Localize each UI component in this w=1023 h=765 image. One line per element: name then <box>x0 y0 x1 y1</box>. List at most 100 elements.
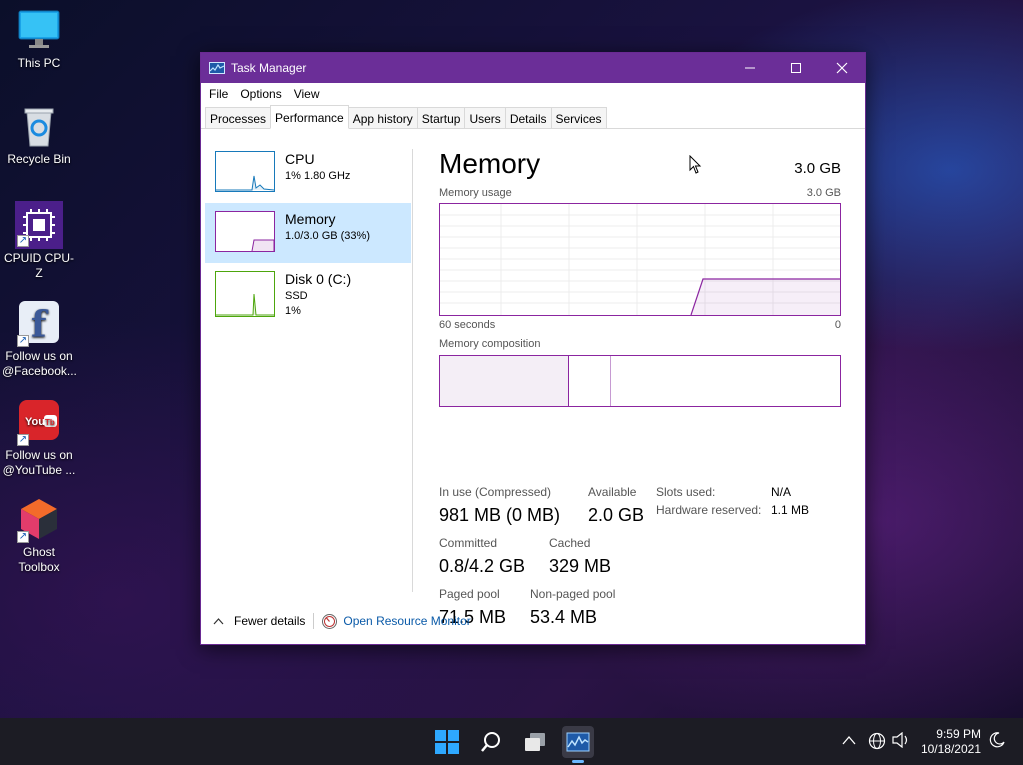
hardware-reserved-label: Hardware reserved: <box>656 503 762 517</box>
desktop-icon-label: Recycle Bin <box>7 152 71 166</box>
memory-title: Memory <box>439 148 541 179</box>
close-button[interactable] <box>819 53 865 83</box>
recycle-bin-icon <box>17 104 61 148</box>
clock[interactable]: 9:59 PM 10/18/2021 <box>921 727 981 757</box>
available-label: Available <box>588 485 637 499</box>
facebook-icon: f ↗ <box>17 301 61 347</box>
graph-axis-left: 60 seconds <box>439 319 496 331</box>
cached-value: 329 MB <box>549 556 612 576</box>
memory-usage-label: Memory usage <box>439 187 512 199</box>
shortcut-arrow-icon: ↗ <box>17 335 29 347</box>
desktop-icon-facebook[interactable]: f ↗ Follow us on @Facebook... <box>2 301 77 379</box>
menu-view[interactable]: View <box>288 87 326 101</box>
task-manager-icon <box>209 62 225 74</box>
close-icon <box>836 62 848 74</box>
desktop-icon-this-pc[interactable]: This PC <box>2 8 76 71</box>
composition-modified <box>569 356 611 406</box>
disk-thumbnail-graph <box>215 271 275 317</box>
windows-logo-icon <box>435 730 459 754</box>
resource-item-cpu[interactable]: CPU 1% 1.80 GHz <box>205 143 411 203</box>
resource-usage: 1% <box>285 305 301 317</box>
in-use-value: 981 MB (0 MB) <box>439 505 561 525</box>
desktop-icon-recycle-bin[interactable]: Recycle Bin <box>2 104 76 167</box>
menu-bar: File Options View <box>201 83 865 105</box>
resource-detail: SSD <box>285 290 308 302</box>
cpu-thumbnail-graph <box>215 151 275 192</box>
chevron-up-icon[interactable] <box>213 614 224 628</box>
resource-detail: 1.0/3.0 GB (33%) <box>285 230 370 242</box>
hardware-reserved-value: 1.1 MB <box>771 503 810 517</box>
resource-monitor-icon <box>322 613 338 629</box>
tab-services[interactable]: Services <box>550 107 607 128</box>
monitor-icon <box>17 8 61 52</box>
taskbar-task-manager[interactable] <box>562 726 594 763</box>
fewer-details-button[interactable]: Fewer details <box>234 614 305 628</box>
tray-overflow-icon[interactable] <box>842 732 856 749</box>
tab-strip: Processes Performance App history Startu… <box>201 105 865 129</box>
desktop-icon-label: Follow us on <box>5 349 73 363</box>
footer: Fewer details Open Resource Monitor <box>201 608 865 634</box>
search-icon <box>481 732 500 752</box>
memory-composition-bar <box>439 355 841 407</box>
svg-text:f: f <box>31 304 49 345</box>
maximize-button[interactable] <box>773 53 819 83</box>
focus-assist-icon[interactable] <box>989 732 1005 752</box>
memory-usage-graph <box>439 203 841 316</box>
tab-details[interactable]: Details <box>504 107 552 128</box>
ghost-toolbox-icon: ↗ <box>17 497 61 543</box>
svg-text:You: You <box>25 416 45 428</box>
slots-used-value: N/A <box>771 485 792 499</box>
desktop-icon-label: @Facebook... <box>2 364 77 378</box>
cached-label: Cached <box>549 536 591 550</box>
paged-pool-label: Paged pool <box>439 587 500 601</box>
desktop-icon-youtube[interactable]: You Tb ↗ Follow us on @YouTube ... <box>2 400 76 478</box>
resource-list: CPU 1% 1.80 GHz Memory 1.0/3.0 GB (33%) … <box>205 143 411 343</box>
tab-processes[interactable]: Processes <box>205 107 272 128</box>
desktop-icon-label: This PC <box>17 56 61 70</box>
search-button[interactable] <box>475 726 507 758</box>
desktop-icon-label: @YouTube ... <box>2 463 76 477</box>
resource-item-memory[interactable]: Memory 1.0/3.0 GB (33%) <box>205 203 411 263</box>
menu-file[interactable]: File <box>203 87 234 101</box>
memory-composition-label: Memory composition <box>439 338 541 350</box>
maximize-icon <box>791 63 801 73</box>
desktop-icon-cpu-z[interactable]: ↗ CPUID CPU-Z <box>2 201 76 281</box>
resource-name: Disk 0 (C:) <box>285 271 352 287</box>
memory-thumbnail-graph <box>215 211 275 252</box>
task-manager-icon <box>566 732 590 752</box>
desktop-icon-label: Toolbox <box>18 560 60 574</box>
shortcut-arrow-icon: ↗ <box>17 235 29 247</box>
footer-separator <box>313 613 315 629</box>
minimize-button[interactable] <box>727 53 773 83</box>
task-manager-window: Task Manager File Options View Processes… <box>200 52 866 645</box>
non-paged-pool-label: Non-paged pool <box>530 587 616 601</box>
open-resource-monitor-link[interactable]: Open Resource Monitor <box>343 614 470 628</box>
in-use-label: In use (Compressed) <box>439 485 552 499</box>
tab-users[interactable]: Users <box>464 107 506 128</box>
task-view-icon <box>525 733 545 751</box>
pane-divider <box>412 149 413 592</box>
task-view-button[interactable] <box>519 726 551 758</box>
window-title: Task Manager <box>231 61 307 75</box>
desktop-icon-label: Ghost <box>22 545 55 559</box>
menu-options[interactable]: Options <box>234 87 287 101</box>
title-bar[interactable]: Task Manager <box>201 53 865 83</box>
volume-icon[interactable] <box>892 731 910 752</box>
clock-date: 10/18/2021 <box>920 742 981 756</box>
youtube-icon: You Tb ↗ <box>17 400 61 446</box>
shortcut-arrow-icon: ↗ <box>17 531 29 543</box>
taskbar: 9:59 PM 10/18/2021 <box>0 718 1023 765</box>
tab-app-history[interactable]: App history <box>347 107 418 128</box>
start-button[interactable] <box>431 726 463 758</box>
resource-item-disk[interactable]: Disk 0 (C:) SSD 1% <box>205 263 411 343</box>
resource-name: CPU <box>285 151 315 167</box>
desktop-icon-ghost-toolbox[interactable]: ↗ Ghost Toolbox <box>2 497 76 575</box>
composition-in-use <box>440 356 569 406</box>
svg-text:Tb: Tb <box>45 418 55 427</box>
available-value: 2.0 GB <box>588 505 645 525</box>
network-icon[interactable] <box>868 732 886 754</box>
tab-performance[interactable]: Performance <box>270 105 349 129</box>
clock-time: 9:59 PM <box>936 727 981 741</box>
cpu-z-icon: ↗ <box>15 201 63 249</box>
tab-startup[interactable]: Startup <box>416 107 466 128</box>
